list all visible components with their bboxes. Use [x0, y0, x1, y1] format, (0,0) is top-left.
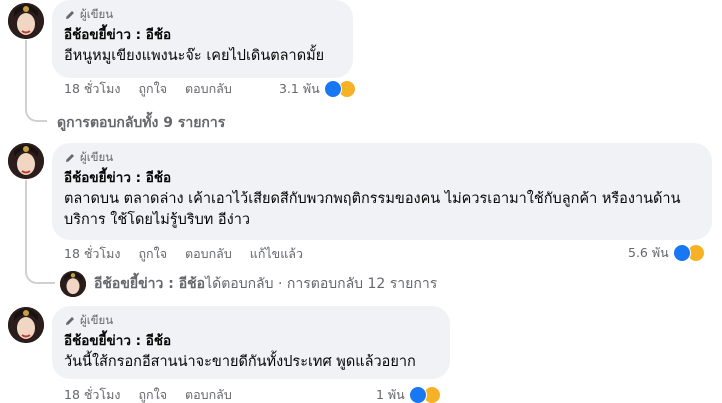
reply-summary-link[interactable]: อีช้อขยี้ข่าว : อีช้อ ได้ตอบกลับ · การตอ… — [60, 271, 437, 297]
author-badge: ผู้เขียน — [64, 7, 341, 23]
reaction-summary[interactable]: 3.1 พัน — [279, 79, 356, 99]
like-reaction-icon — [672, 244, 691, 262]
reply-button[interactable]: ตอบกลับ — [185, 385, 232, 403]
comment-actions: 18 ชั่วโมง ถูกใจ ตอบกลับ — [64, 80, 250, 98]
reaction-count: 5.6 พัน — [628, 245, 669, 260]
reply-summary-text: ได้ตอบกลับ · การตอบกลับ 12 รายการ — [205, 276, 438, 292]
avatar[interactable] — [8, 143, 44, 179]
comment-actions: 18 ชั่วโมง ถูกใจ ตอบกลับ แก้ไขแล้ว — [64, 245, 321, 263]
comment-bubble: ผู้เขียน อีช้อขยี้ข่าว : อีช้อ วันนี้ใส้… — [52, 306, 450, 379]
like-button[interactable]: ถูกใจ — [138, 79, 167, 99]
comment-time[interactable]: 18 ชั่วโมง — [64, 244, 120, 264]
comment-bubble: ผู้เขียน อีช้อขยี้ข่าว : อีช้อ อีหนูหมูเ… — [52, 0, 353, 78]
reply-summary-author: อีช้อขยี้ข่าว : อีช้อ — [94, 276, 206, 292]
pencil-icon — [66, 154, 74, 162]
thread-curve — [25, 100, 47, 122]
comment-author[interactable]: อีช้อขยี้ข่าว : อีช้อ — [64, 169, 700, 188]
thread-line — [25, 180, 27, 272]
comment-text: วันนี้ใส้กรอกอีสานน่าจะขายดีกันทั้งประเท… — [64, 354, 416, 370]
comment-author[interactable]: อีช้อขยี้ข่าว : อีช้อ — [64, 26, 341, 45]
reaction-count: 1 พัน — [376, 387, 405, 402]
author-badge-label: ผู้เขียน — [80, 313, 114, 327]
reply-button[interactable]: ตอบกลับ — [185, 244, 232, 264]
edited-label: แก้ไขแล้ว — [249, 246, 303, 261]
comment-bubble: ผู้เขียน อีช้อขยี้ข่าว : อีช้อ ตลาดบน ตล… — [52, 143, 712, 240]
reaction-count: 3.1 พัน — [279, 81, 320, 96]
author-badge: ผู้เขียน — [64, 313, 438, 329]
comment-actions: 18 ชั่วโมง ถูกใจ ตอบกลับ — [64, 386, 250, 403]
comment-time[interactable]: 18 ชั่วโมง — [64, 79, 120, 99]
like-button[interactable]: ถูกใจ — [138, 244, 167, 264]
author-badge-label: ผู้เขียน — [80, 150, 114, 164]
comment-author[interactable]: อีช้อขยี้ข่าว : อีช้อ — [64, 332, 438, 351]
avatar[interactable] — [8, 3, 44, 39]
comment-text: ตลาดบน ตลาดล่าง เค้าเอาไว้เสียดสีกับพวกพ… — [64, 191, 681, 228]
pencil-icon — [66, 317, 74, 325]
avatar — [60, 271, 86, 297]
reply-button[interactable]: ตอบกลับ — [185, 79, 232, 99]
like-reaction-icon — [408, 386, 427, 403]
view-replies-link[interactable]: ดูการตอบกลับทั้ง 9 รายการ — [57, 112, 225, 134]
reaction-summary[interactable]: 5.6 พัน — [628, 243, 705, 263]
thread-line — [25, 40, 27, 106]
author-badge: ผู้เขียน — [64, 150, 700, 166]
like-reaction-icon — [323, 80, 342, 98]
author-badge-label: ผู้เขียน — [80, 7, 114, 21]
comment-text: อีหนูหมูเขียงแพงนะจ๊ะ เคยไปเดินตลาดมั้ย — [64, 48, 325, 64]
like-button[interactable]: ถูกใจ — [138, 385, 167, 403]
pencil-icon — [66, 11, 74, 19]
comment-time[interactable]: 18 ชั่วโมง — [64, 385, 120, 403]
avatar[interactable] — [8, 307, 44, 343]
thread-curve — [25, 262, 55, 284]
reaction-summary[interactable]: 1 พัน — [376, 385, 441, 403]
